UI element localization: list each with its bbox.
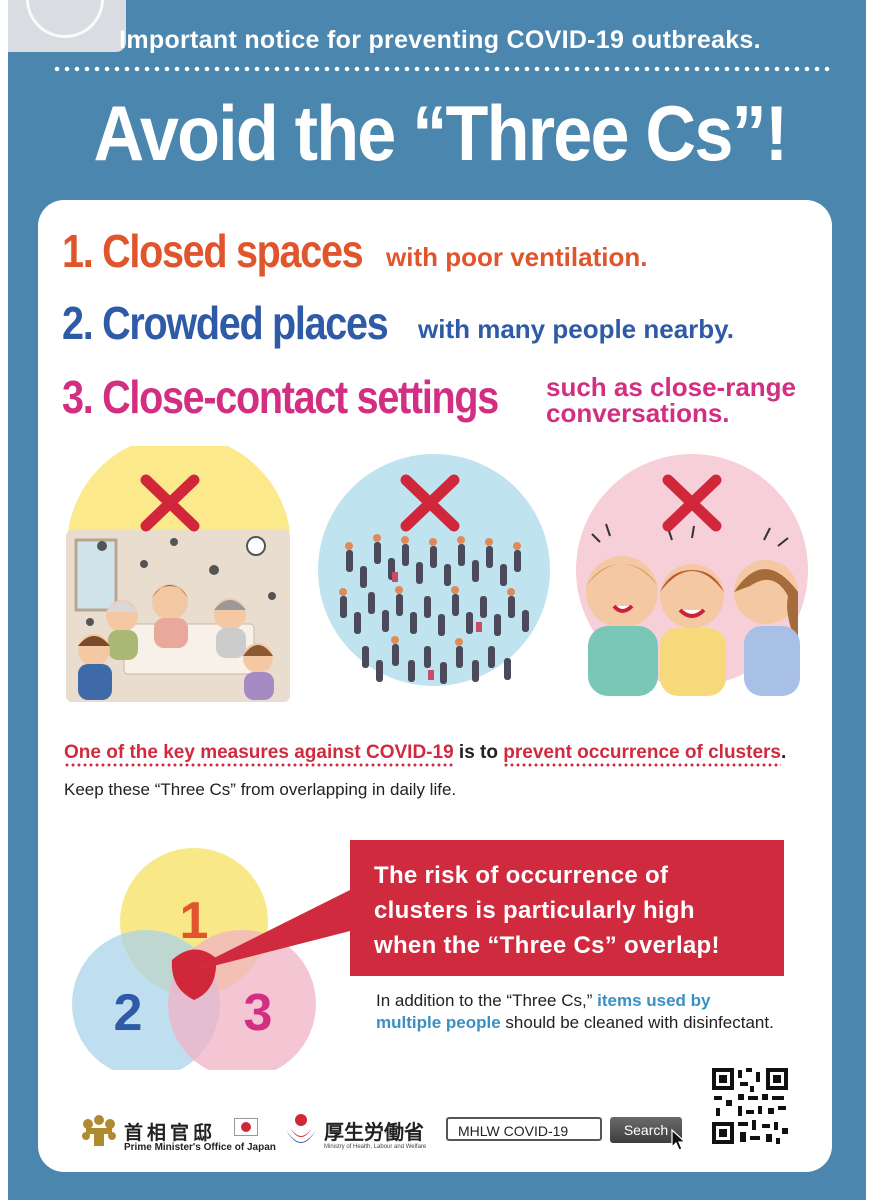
pm-office-japanese-name: 首相官邸 bbox=[124, 1123, 217, 1144]
measure-part1: One of the key measures against COVID-19 bbox=[64, 742, 454, 767]
item-close-contact: 3. Close-contact settings such as close-… bbox=[62, 370, 796, 426]
addition-post: should be cleaned with disinfectant. bbox=[500, 1013, 774, 1032]
content-panel: 1. Closed spaces with poor ventilation. … bbox=[38, 200, 832, 1172]
callout-line1: The risk of occurrence of bbox=[374, 862, 669, 889]
keep-sentence: Keep these “Three Cs” from overlapping i… bbox=[64, 780, 457, 799]
dotted-divider bbox=[52, 66, 832, 72]
qr-code-icon[interactable] bbox=[710, 1066, 790, 1146]
key-measure-sentence: One of the key measures against COVID-19… bbox=[64, 742, 787, 767]
venn-label-2: 2 bbox=[114, 984, 143, 1042]
cursor-icon bbox=[671, 1128, 687, 1151]
notice-heading: Important notice for preventing COVID-19… bbox=[119, 26, 761, 54]
item-title: 2. Crowded places bbox=[62, 297, 389, 349]
venn-label-3: 3 bbox=[244, 984, 273, 1042]
measure-part4: . bbox=[780, 742, 787, 763]
callout-line2: clusters is particularly high bbox=[374, 897, 695, 924]
page-title: Avoid the “Three Cs”! bbox=[93, 89, 789, 177]
addition-pre: In addition to the “Three Cs,” bbox=[376, 991, 598, 1010]
close-contact-illustration bbox=[576, 454, 808, 696]
three-cs-venn-diagram: 1 2 3 bbox=[72, 848, 316, 1070]
japan-flag-icon bbox=[234, 1118, 258, 1136]
item-detail-line1: such as close-range bbox=[546, 372, 796, 402]
item-title: 3. Close-contact settings bbox=[62, 371, 499, 423]
venn-label-1: 1 bbox=[180, 892, 209, 950]
item-detail: with many people nearby. bbox=[418, 314, 734, 344]
mhlw-logo-icon bbox=[286, 1114, 316, 1143]
item-title: 1. Closed spaces bbox=[62, 225, 364, 277]
callout-text: The risk of occurrence of clusters is pa… bbox=[374, 858, 720, 963]
mhlw-japanese-name: 厚生労働省 bbox=[324, 1122, 424, 1144]
item-detail-line2: conversations. bbox=[546, 398, 730, 428]
crowded-places-illustration bbox=[318, 454, 550, 686]
pm-office-emblem-icon bbox=[82, 1115, 116, 1146]
search-input[interactable]: MHLW COVID-19 bbox=[446, 1117, 602, 1141]
closed-space-illustration bbox=[66, 446, 290, 702]
item-closed-spaces: 1. Closed spaces with poor ventilation. bbox=[62, 224, 647, 278]
measure-part3: prevent occurrence of clusters bbox=[503, 742, 781, 767]
callout-line3: when the “Three Cs” overlap! bbox=[374, 932, 720, 959]
disinfection-note: In addition to the “Three Cs,” items use… bbox=[376, 990, 776, 1034]
item-detail: with poor ventilation. bbox=[386, 242, 648, 272]
risk-callout: The risk of occurrence of clusters is pa… bbox=[350, 840, 784, 976]
item-crowded-places: 2. Crowded places with many people nearb… bbox=[62, 296, 734, 350]
pm-office-english-name: Prime Minister's Office of Japan bbox=[124, 1142, 276, 1153]
measure-part2: is to bbox=[453, 742, 504, 763]
mhlw-english-name: Ministry of Health, Labour and Welfare bbox=[324, 1144, 427, 1150]
